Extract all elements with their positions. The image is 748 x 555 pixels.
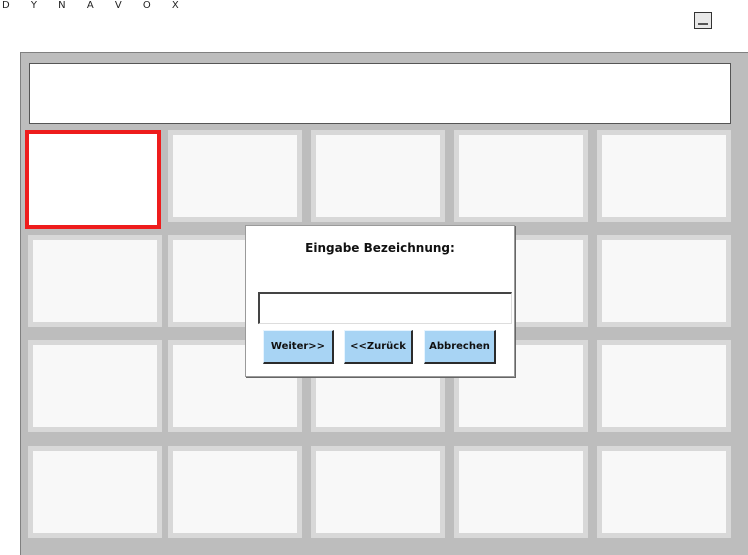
grid-cell-4-4[interactable] [454,446,588,538]
grid-cell-4-3[interactable] [311,446,445,538]
dialog-title: Eingabe Bezeichnung: [305,241,455,255]
label-entry-dialog: Eingabe Bezeichnung: Weiter>> <<Zurück A… [245,225,515,377]
grid-cell-4-2[interactable] [168,446,302,538]
next-button[interactable]: Weiter>> [263,330,334,364]
grid-cell-3-5[interactable] [597,340,731,432]
message-window[interactable] [29,63,731,124]
grid-cell-2-1[interactable] [28,235,162,327]
grid-cell-3-1[interactable] [28,340,162,432]
brand-label: D Y N A V O X [2,0,188,11]
back-button[interactable]: <<Zurück [344,330,413,364]
grid-cell-1-5[interactable] [597,130,731,222]
label-input[interactable] [258,292,512,324]
grid-cell-1-3[interactable] [311,130,445,222]
grid-cell-4-5[interactable] [597,446,731,538]
grid-cell-2-5[interactable] [597,235,731,327]
grid-cell-4-1[interactable] [28,446,162,538]
grid-cell-1-4[interactable] [454,130,588,222]
cancel-button[interactable]: Abbrechen [424,330,496,364]
grid-cell-1-1[interactable] [25,130,161,229]
grid-cell-1-2[interactable] [168,130,302,222]
minimize-button[interactable] [694,12,712,29]
